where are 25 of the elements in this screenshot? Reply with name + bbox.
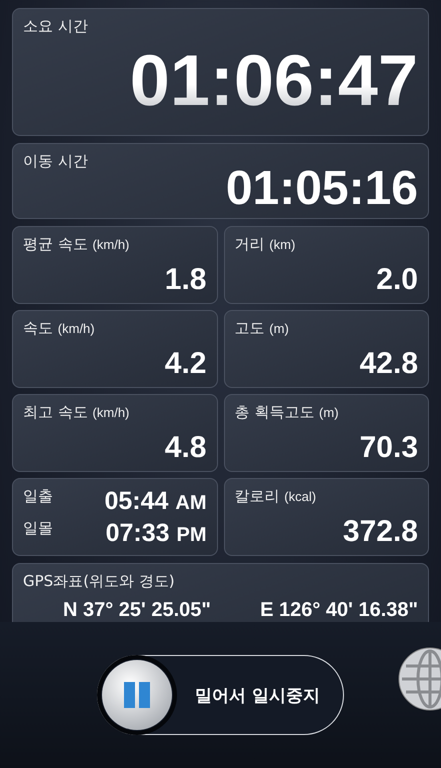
gps-label: GPS좌표(위도와 경도) — [23, 572, 175, 591]
stat-value: 2.0 — [376, 265, 418, 295]
sun-time: 07:33 PM — [106, 518, 206, 548]
stat-value: 4.2 — [164, 349, 206, 379]
stat-label: 평균 속도 (km/h) — [23, 235, 130, 254]
moving-time: 01:05:16 — [226, 165, 418, 213]
stat-value: 42.8 — [360, 349, 418, 379]
stat-value: 70.3 — [360, 433, 418, 463]
card-label: 이동 시간 — [23, 152, 88, 171]
sun-label: 일몰 — [23, 518, 53, 538]
sun-time: 05:44 AM — [104, 486, 206, 516]
sun-label: 일출 — [23, 486, 53, 506]
slide-to-pause-slider[interactable]: 밀어서 일시중지 — [97, 655, 344, 735]
stat-value: 1.8 — [164, 265, 206, 295]
stat-label: 최고 속도 (km/h) — [23, 403, 130, 422]
latitude-value: N 37° 25' 25.05" — [63, 599, 211, 622]
stat-label: 총 획득고도 (m) — [234, 403, 339, 422]
stat-label: 속도 (km/h) — [23, 319, 95, 338]
stat-value: 4.8 — [164, 433, 206, 463]
stat-label: 고도 (m) — [234, 319, 289, 338]
stat-value: 372.8 — [342, 517, 418, 547]
stat-label: 칼로리 (kcal) — [234, 487, 316, 506]
card-label: 소요 시간 — [23, 17, 88, 36]
longitude-value: E 126° 40' 16.38" — [260, 599, 418, 622]
stat-label: 거리 (km) — [234, 235, 296, 254]
